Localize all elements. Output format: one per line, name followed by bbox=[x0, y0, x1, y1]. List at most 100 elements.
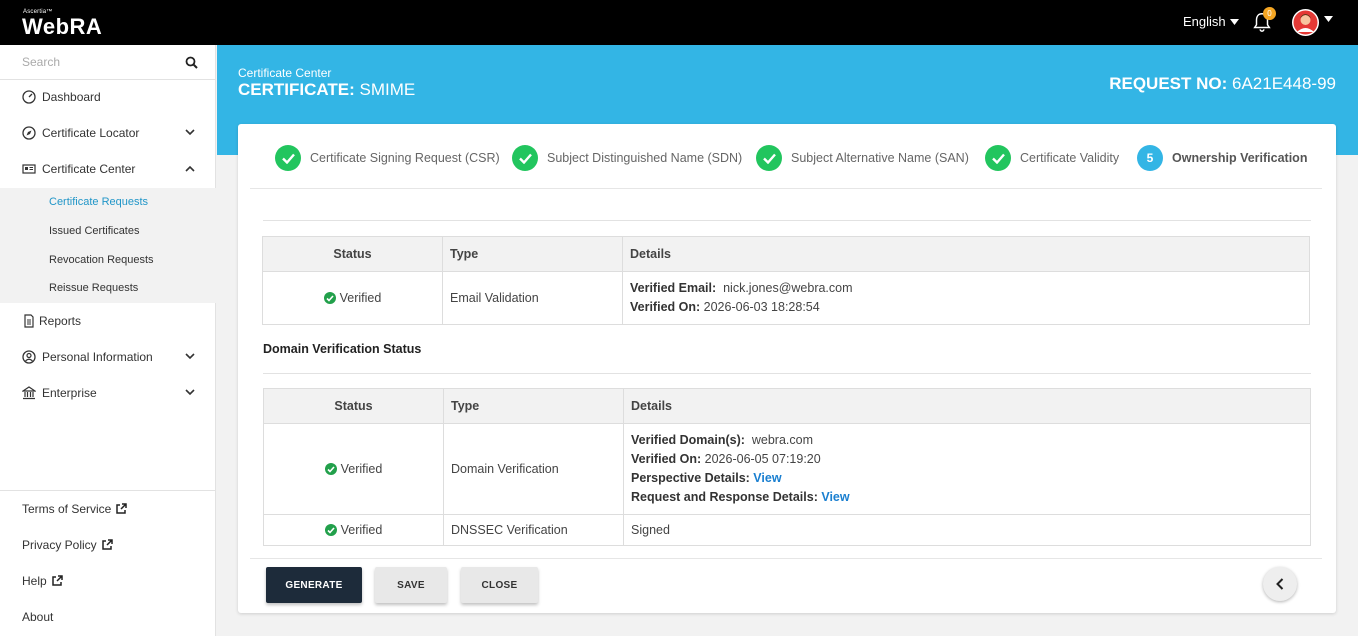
language-selector[interactable]: English bbox=[1183, 14, 1239, 29]
table-row: Verified DNSSEC Verification Signed bbox=[263, 514, 1311, 546]
section-title: Domain Verification Status bbox=[263, 342, 422, 356]
sidebar: Dashboard Certificate Locator Certificat… bbox=[0, 45, 216, 636]
step-csr[interactable]: Certificate Signing Request (CSR) bbox=[275, 145, 500, 171]
close-button[interactable]: CLOSE bbox=[461, 567, 538, 603]
chevron-down-icon bbox=[185, 389, 195, 396]
generate-button[interactable]: GENERATE bbox=[266, 567, 362, 603]
sidebar-item-dashboard[interactable]: Dashboard bbox=[0, 79, 216, 115]
document-icon bbox=[24, 314, 34, 328]
sidebar-footer: Terms of Service Privacy Policy Help Abo… bbox=[0, 490, 216, 636]
request-number-value: 6A21E448-99 bbox=[1232, 74, 1336, 93]
status-cell: Verified bbox=[262, 271, 443, 325]
details-cell: Verified Domain(s): webra.com Verified O… bbox=[623, 423, 1311, 515]
sidebar-subitem-certificate-requests[interactable]: Certificate Requests bbox=[49, 196, 148, 208]
link-label: Terms of Service bbox=[22, 502, 112, 516]
sidebar-search bbox=[0, 45, 216, 80]
chevron-down-icon bbox=[185, 129, 195, 136]
privacy-policy-link[interactable]: Privacy Policy bbox=[22, 538, 113, 552]
sidebar-item-label: Personal Information bbox=[42, 350, 153, 364]
detail-label: Request and Response Details: bbox=[631, 490, 818, 504]
sidebar-item-reports[interactable]: Reports bbox=[0, 303, 216, 339]
step-label: Subject Alternative Name (SAN) bbox=[791, 151, 969, 165]
about-link[interactable]: About bbox=[22, 610, 53, 624]
step-ownership-verification[interactable]: 5 Ownership Verification bbox=[1137, 145, 1307, 171]
sidebar-item-label: Reports bbox=[39, 314, 82, 328]
language-label: English bbox=[1183, 14, 1226, 29]
link-label: About bbox=[22, 610, 54, 624]
verified-domains: webra.com bbox=[751, 433, 814, 447]
footer-divider bbox=[250, 558, 1322, 559]
sidebar-subitem-revocation-requests[interactable]: Revocation Requests bbox=[49, 254, 154, 266]
sidebar-item-personal-information[interactable]: Personal Information bbox=[0, 339, 216, 375]
check-circle-icon bbox=[324, 463, 337, 476]
verified-on: 2026-06-03 18:28:54 bbox=[703, 300, 820, 314]
step-number: 5 bbox=[1137, 145, 1163, 171]
check-icon bbox=[985, 145, 1011, 171]
dashboard-icon bbox=[22, 90, 36, 104]
chevron-up-icon bbox=[185, 165, 195, 172]
help-link[interactable]: Help bbox=[22, 574, 63, 588]
avatar[interactable] bbox=[1292, 9, 1319, 36]
perspective-details-link[interactable]: View bbox=[753, 471, 781, 485]
check-icon bbox=[756, 145, 782, 171]
verified-on: 2026-06-05 07:19:20 bbox=[704, 452, 821, 466]
user-circle-icon bbox=[22, 350, 36, 364]
user-avatar-icon bbox=[1293, 10, 1318, 35]
sidebar-subitem-issued-certificates[interactable]: Issued Certificates bbox=[49, 225, 139, 237]
column-header-details: Details bbox=[623, 388, 1311, 424]
request-number: REQUEST NO: 6A21E448-99 bbox=[1109, 74, 1336, 94]
detail-label: Verified On: bbox=[630, 300, 701, 314]
search-input[interactable] bbox=[22, 55, 182, 69]
sidebar-item-certificate-locator[interactable]: Certificate Locator bbox=[0, 115, 216, 151]
detail-label: Verified On: bbox=[631, 452, 702, 466]
step-label: Certificate Signing Request (CSR) bbox=[310, 151, 500, 165]
step-label: Subject Distinguished Name (SDN) bbox=[547, 151, 743, 165]
sidebar-item-certificate-center[interactable]: Certificate Center bbox=[0, 151, 216, 187]
notification-badge: 0 bbox=[1263, 7, 1276, 20]
status-badge: Verified bbox=[324, 523, 383, 538]
page-title-value: SMIME bbox=[359, 80, 416, 99]
status-text: Verified bbox=[340, 523, 383, 538]
breadcrumb[interactable]: Certificate Center bbox=[238, 66, 331, 80]
status-text: Verified bbox=[339, 291, 382, 306]
external-link-icon bbox=[51, 575, 63, 586]
chevron-left-icon bbox=[1276, 578, 1284, 590]
check-circle-icon bbox=[323, 292, 336, 305]
check-icon bbox=[512, 145, 538, 171]
step-sdn[interactable]: Subject Distinguished Name (SDN) bbox=[512, 145, 742, 171]
status-text: Verified bbox=[340, 462, 383, 477]
detail-label: Verified Domain(s): bbox=[631, 433, 745, 447]
status-badge: Verified bbox=[323, 291, 382, 306]
sidebar-item-label: Certificate Center bbox=[42, 162, 136, 176]
terms-of-service-link[interactable]: Terms of Service bbox=[22, 502, 128, 516]
type-cell: DNSSEC Verification bbox=[443, 514, 624, 546]
save-button[interactable]: SAVE bbox=[375, 567, 447, 603]
detail-label: Perspective Details: bbox=[631, 471, 750, 485]
step-validity[interactable]: Certificate Validity bbox=[985, 145, 1119, 171]
page-title-prefix: CERTIFICATE: bbox=[238, 80, 355, 99]
sidebar-item-enterprise[interactable]: Enterprise bbox=[0, 375, 216, 411]
chevron-down-icon[interactable] bbox=[1324, 16, 1333, 22]
sidebar-item-label: Certificate Locator bbox=[42, 126, 140, 140]
details-cell: Signed bbox=[623, 514, 1311, 546]
compass-icon bbox=[22, 126, 36, 140]
column-header-status: Status bbox=[262, 236, 443, 272]
details-cell: Verified Email: nick.jones@webra.com Ver… bbox=[622, 271, 1310, 325]
chevron-down-icon bbox=[1229, 18, 1239, 25]
link-label: Help bbox=[22, 574, 47, 588]
certificate-center-submenu: Certificate Requests Issued Certificates… bbox=[0, 188, 216, 303]
check-icon bbox=[275, 145, 301, 171]
sidebar-subitem-reissue-requests[interactable]: Reissue Requests bbox=[49, 282, 138, 294]
search-icon[interactable] bbox=[185, 56, 198, 69]
sidebar-item-label: Enterprise bbox=[42, 386, 97, 400]
step-san[interactable]: Subject Alternative Name (SAN) bbox=[756, 145, 969, 171]
check-circle-icon bbox=[324, 524, 337, 537]
divider bbox=[263, 373, 1311, 374]
email-verification-table: Status Type Details Verified Email Valid… bbox=[262, 236, 1310, 325]
request-response-details-link[interactable]: View bbox=[821, 490, 849, 504]
back-button[interactable] bbox=[1263, 567, 1297, 601]
sidebar-item-label: Dashboard bbox=[42, 90, 101, 104]
top-bar: Ascertia™ WebRA English 0 bbox=[0, 0, 1358, 45]
status-cell: Verified bbox=[263, 423, 444, 515]
step-label: Ownership Verification bbox=[1172, 151, 1308, 165]
